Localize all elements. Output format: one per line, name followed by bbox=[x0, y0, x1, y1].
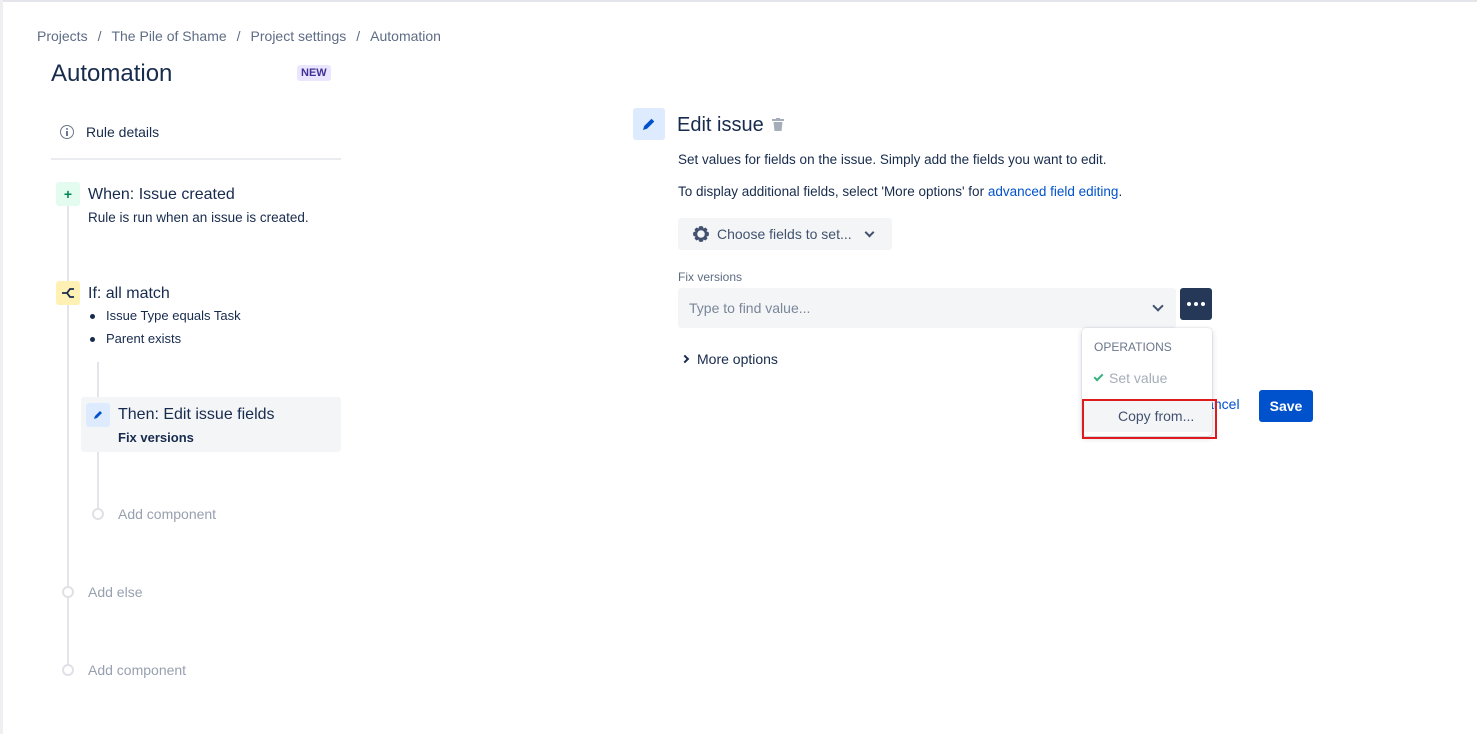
add-component-inner[interactable]: Add component bbox=[92, 506, 216, 522]
action-title: Then: Edit issue fields bbox=[118, 406, 275, 423]
trash-icon[interactable] bbox=[772, 118, 784, 132]
page-title: Automation bbox=[51, 60, 173, 87]
additional-suffix: . bbox=[1118, 184, 1123, 199]
divider bbox=[51, 158, 341, 160]
highlight-annotation bbox=[1082, 399, 1217, 439]
plus-icon: + bbox=[56, 182, 80, 206]
editor-additional-info: To display additional fields, select 'Mo… bbox=[678, 184, 1122, 199]
check-icon bbox=[1093, 371, 1104, 382]
condition-item: Parent exists bbox=[88, 330, 241, 353]
condition-list: Issue Type equals Task Parent exists bbox=[88, 307, 241, 353]
fix-versions-select[interactable]: Type to find value... bbox=[678, 288, 1176, 328]
set-value-label: Set value bbox=[1109, 370, 1168, 386]
trigger-subtitle: Rule is run when an issue is created. bbox=[88, 210, 309, 225]
dot-icon bbox=[1201, 302, 1205, 306]
more-options-label: More options bbox=[697, 351, 778, 367]
add-component-outer[interactable]: Add component bbox=[62, 662, 186, 678]
gear-icon bbox=[693, 226, 709, 242]
condition-item: Issue Type equals Task bbox=[88, 307, 241, 330]
rule-details-link[interactable]: Rule details bbox=[60, 124, 159, 140]
breadcrumb-separator: / bbox=[356, 28, 361, 44]
breadcrumb-project[interactable]: The Pile of Shame bbox=[111, 28, 226, 44]
info-icon bbox=[60, 125, 74, 139]
rule-details-label: Rule details bbox=[86, 124, 160, 140]
breadcrumb-separator: / bbox=[236, 28, 241, 44]
editor-title: Edit issue bbox=[677, 114, 764, 136]
more-actions-button[interactable] bbox=[1180, 288, 1212, 320]
trigger-title[interactable]: When: Issue created bbox=[88, 186, 235, 204]
left-border bbox=[0, 0, 3, 734]
dot-icon bbox=[1187, 302, 1191, 306]
pencil-icon bbox=[633, 108, 665, 140]
dot-icon bbox=[1194, 302, 1198, 306]
additional-prefix: To display additional fields, select 'Mo… bbox=[678, 184, 988, 199]
chevron-down-icon[interactable] bbox=[1152, 300, 1164, 312]
branch-icon bbox=[56, 281, 80, 305]
breadcrumb: Projects / The Pile of Shame / Project s… bbox=[37, 28, 441, 44]
add-else-label: Add else bbox=[88, 584, 143, 600]
breadcrumb-automation[interactable]: Automation bbox=[370, 28, 441, 44]
circle-icon bbox=[92, 508, 104, 520]
choose-fields-label: Choose fields to set... bbox=[717, 226, 852, 242]
choose-fields-button[interactable]: Choose fields to set... bbox=[678, 218, 892, 250]
action-subtitle: Fix versions bbox=[118, 430, 194, 445]
more-options-toggle[interactable]: More options bbox=[680, 351, 778, 367]
fix-versions-placeholder: Type to find value... bbox=[689, 300, 811, 316]
menu-item-set-value[interactable]: Set value bbox=[1082, 364, 1212, 392]
circle-icon bbox=[62, 664, 74, 676]
add-component-label: Add component bbox=[88, 662, 187, 678]
chevron-right-icon bbox=[680, 354, 690, 364]
new-badge: NEW bbox=[297, 65, 331, 81]
editor-description: Set values for fields on the issue. Simp… bbox=[678, 152, 1107, 167]
condition-title[interactable]: If: all match bbox=[88, 285, 170, 303]
add-component-label: Add component bbox=[118, 506, 217, 522]
breadcrumb-separator: / bbox=[97, 28, 102, 44]
breadcrumb-projects[interactable]: Projects bbox=[37, 28, 88, 44]
chevron-down-icon bbox=[864, 227, 875, 237]
operations-heading: OPERATIONS bbox=[1094, 340, 1172, 354]
fix-versions-label: Fix versions bbox=[678, 270, 743, 284]
breadcrumb-project-settings[interactable]: Project settings bbox=[251, 28, 347, 44]
circle-icon bbox=[62, 586, 74, 598]
add-else[interactable]: Add else bbox=[62, 584, 142, 600]
pencil-icon bbox=[86, 403, 110, 427]
top-border bbox=[0, 0, 1477, 2]
advanced-field-editing-link[interactable]: advanced field editing bbox=[988, 184, 1119, 199]
timeline-line bbox=[67, 206, 69, 670]
save-button[interactable]: Save bbox=[1259, 390, 1313, 422]
action-card[interactable]: Then: Edit issue fields Fix versions bbox=[81, 397, 341, 452]
